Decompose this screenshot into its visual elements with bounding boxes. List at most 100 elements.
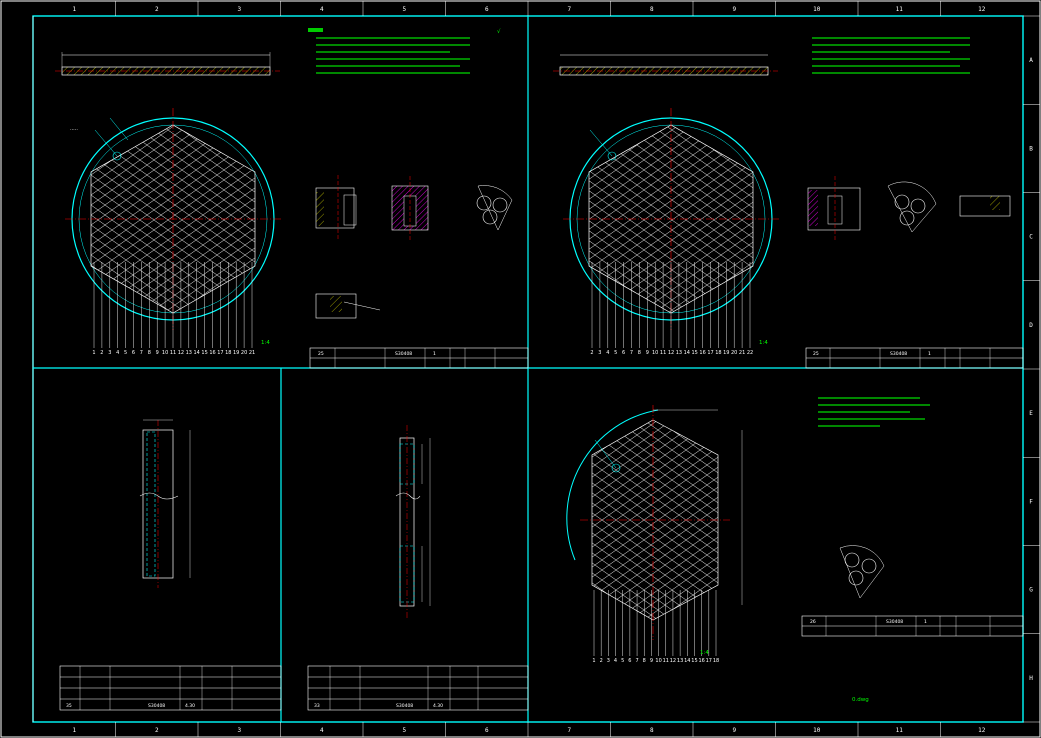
left-hole-number: 18: [225, 350, 231, 356]
bottom-hole-number: 2: [600, 658, 603, 664]
right-hole-number: 5: [614, 350, 617, 356]
zone-col-top-4: 4: [320, 6, 324, 13]
tube-detail-view: [139, 419, 191, 588]
scale-label-right: 1:4: [759, 340, 768, 346]
left-hole-number: 8: [148, 350, 151, 356]
zone-col-bottom-9: 9: [732, 727, 736, 734]
left-hole-number: 1: [92, 350, 95, 356]
right-hole-number: 10: [652, 350, 658, 356]
title-block-bottom-left: 35 S30408 4.30: [59, 665, 282, 711]
zone-col-top-5: 5: [402, 6, 406, 13]
zone-col-bottom-11: 11: [896, 727, 904, 734]
left-hole-number: 6: [132, 350, 135, 356]
technical-notes-right: [812, 37, 970, 74]
top-right-view: 2 3 4 5 6 7 8 9 10 11 12 13 14 15 16 17 18 19 20 21 22 1:4 2…: [553, 37, 1024, 369]
tb-mat-bm: S30408: [396, 703, 413, 709]
bottom-right-view: 1 2 3 4 5 6 7 8 9 10 11 12 13 14 15 16 17 18 1:4 26 S3040…: [566, 397, 1024, 703]
detail-hole-pattern-bottom: [839, 545, 885, 599]
zone-col-bottom-8: 8: [650, 727, 654, 734]
title-block-top-left: 25 S30408 1: [309, 347, 529, 369]
zone-row-H: H: [1029, 675, 1033, 682]
zone-strip-bottom: 1 2 3 4 5 6 7 8 9 10 11 12: [72, 722, 986, 737]
bottom-hole-number: 11: [663, 658, 669, 664]
detail-views-left: [315, 175, 513, 319]
right-hole-number: 22: [747, 350, 753, 356]
tb-mat-tr: S30408: [890, 351, 907, 357]
zone-col-bottom-7: 7: [567, 727, 571, 734]
zone-col-top-8: 8: [650, 6, 654, 13]
right-hole-number: 19: [723, 350, 729, 356]
zone-col-bottom-12: 12: [978, 727, 986, 734]
bottom-hole-number: 17: [706, 658, 712, 664]
scale-label-left: 1:4: [261, 340, 270, 346]
zone-col-bottom-1: 1: [72, 727, 76, 734]
right-hole-number: 14: [684, 350, 690, 356]
zone-row-A: A: [1029, 57, 1033, 64]
right-hole-number: 20: [731, 350, 737, 356]
zone-col-top-7: 7: [567, 6, 571, 13]
left-hole-number: 9: [156, 350, 159, 356]
zone-col-bottom-3: 3: [237, 727, 241, 734]
rod-detail-view: [395, 425, 431, 620]
title-block-bottom-right: 26 S30408 1: [801, 615, 1024, 637]
plate-side-view-right: [553, 54, 778, 76]
left-hole-number: 13: [186, 350, 192, 356]
zone-col-top-9: 9: [732, 6, 736, 13]
right-hole-number: 16: [699, 350, 705, 356]
tb-num-br: 26: [810, 619, 816, 625]
right-hole-number: 15: [692, 350, 698, 356]
bottom-hole-number: 3: [607, 658, 610, 664]
zone-col-top-11: 11: [896, 6, 904, 13]
zone-col-top-3: 3: [237, 6, 241, 13]
title-block-top-right: 25 S30408 1: [805, 347, 1024, 369]
left-hole-number: 7: [140, 350, 143, 356]
tb-qty-bm: 4.30: [433, 703, 443, 709]
tube-sheet-plan-right: [563, 108, 780, 330]
cad-drawing-sheet: 1 2 3 4 5 6 7 8 9 10 11 12 1 2 3 4 5 6 7 8 9 10 11 12 ABCDEFGH…: [0, 0, 1041, 738]
right-hole-number: 6: [622, 350, 625, 356]
bottom-hole-number: 8: [643, 658, 646, 664]
scale-label-bottom: 1:4: [700, 650, 709, 656]
bottom-hole-number: 12: [670, 658, 676, 664]
bottom-hole-number: 6: [628, 658, 631, 664]
tb-num-tr: 25: [813, 351, 819, 357]
right-hole-number: 7: [630, 350, 633, 356]
tb-mat-bl: S30408: [148, 703, 165, 709]
tb-num-bl: 35: [66, 703, 72, 709]
right-hole-number: 11: [660, 350, 666, 356]
bottom-hole-number: 4: [614, 658, 617, 664]
bottom-hole-number: 5: [621, 658, 624, 664]
tb-qty-tr: 1: [928, 351, 931, 357]
tb-mat-br: S30408: [886, 619, 903, 625]
right-hole-number: 2: [590, 350, 593, 356]
left-hole-number: 2: [100, 350, 103, 356]
plate-side-view: [55, 52, 280, 76]
zone-col-top-6: 6: [485, 6, 489, 13]
tb-qty-bl: 4.30: [185, 703, 195, 709]
left-hole-number: 21: [249, 350, 255, 356]
zone-col-top-10: 10: [813, 6, 821, 13]
hole-leaders-right: [591, 262, 751, 348]
left-hole-number: 3: [108, 350, 111, 356]
zone-col-bottom-10: 10: [813, 727, 821, 734]
title-block-bottom-mid: 33 S30408 4.30: [307, 665, 529, 711]
right-hole-number: 12: [668, 350, 674, 356]
zone-col-bottom-4: 4: [320, 727, 324, 734]
left-hole-number: 15: [201, 350, 207, 356]
hole-leaders-left: [93, 262, 253, 348]
hole-number-row-left: 1 2 3 4 5 6 7 8 9 10 11 12 13 14 15 16 17 18 19 20 21: [92, 350, 255, 356]
zone-row-G: G: [1029, 587, 1033, 594]
zone-col-top-2: 2: [155, 6, 159, 13]
left-hole-number: 10: [162, 350, 168, 356]
bottom-hole-number: 7: [635, 658, 638, 664]
bottom-hole-number: 13: [677, 658, 683, 664]
zone-strip-top: 1 2 3 4 5 6 7 8 9 10 11 12: [72, 1, 986, 16]
bottom-hole-number: 18: [713, 658, 719, 664]
right-hole-number: 4: [606, 350, 609, 356]
zone-row-D: D: [1029, 322, 1033, 329]
tube-sheet-plan-left: ·····: [65, 108, 282, 330]
file-caption: 0.dwg: [852, 697, 869, 703]
zone-row-C: C: [1029, 234, 1033, 241]
zone-strip-right: A B C D E F G H: [1023, 57, 1040, 682]
zone-col-top-1: 1: [72, 6, 76, 13]
